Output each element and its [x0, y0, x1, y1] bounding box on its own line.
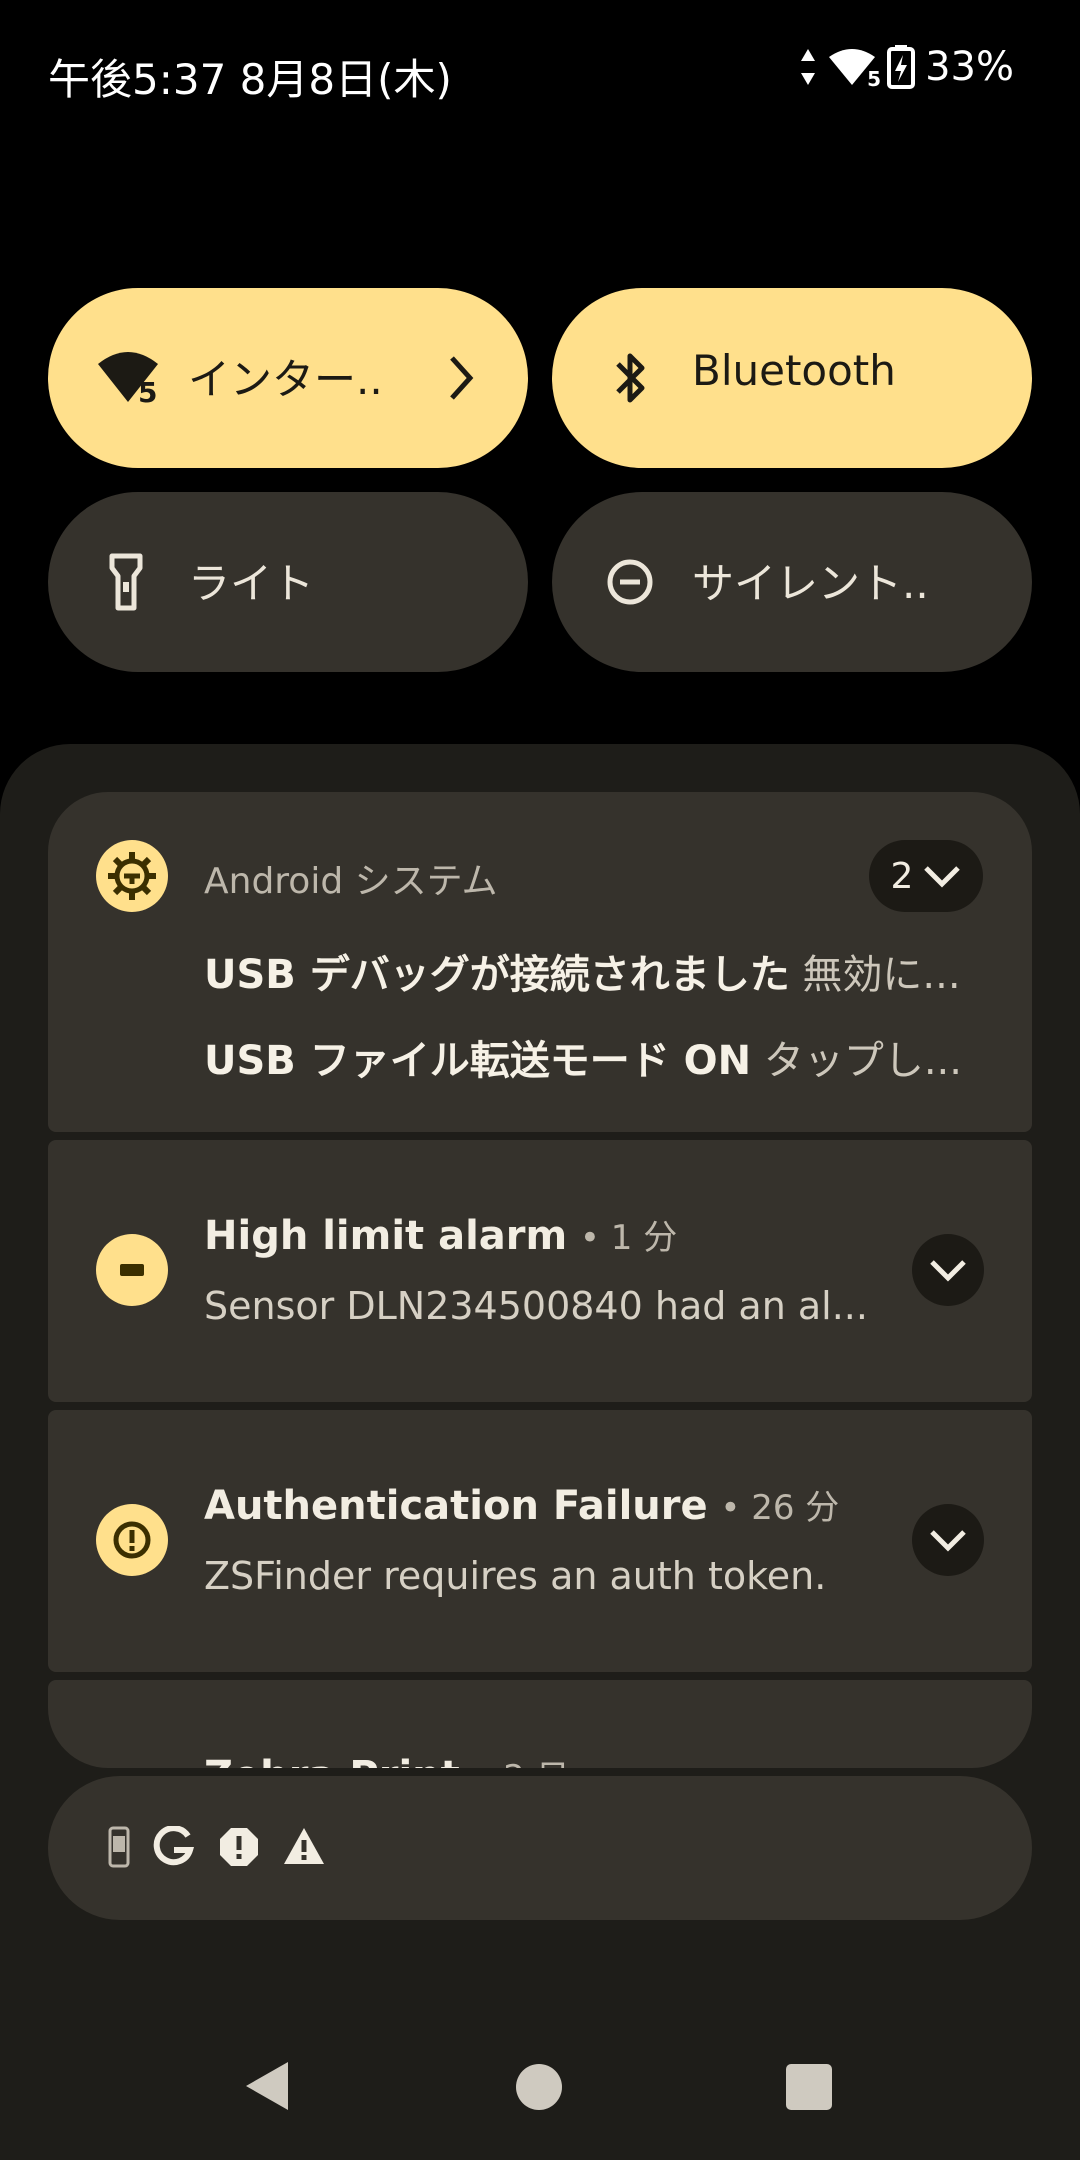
wifi-badge: 5 — [138, 376, 158, 409]
notification-text: タップし... — [763, 1038, 962, 1084]
alert-circle-icon — [96, 1504, 168, 1576]
google-icon — [153, 1826, 194, 1866]
bluetooth-icon — [616, 353, 645, 403]
notification-text: Sensor DLN234500840 had an al... — [204, 1284, 868, 1328]
notification-title: Zebra Print — [204, 1753, 460, 1768]
alert-octagon-icon — [220, 1828, 258, 1866]
tile-do-not-disturb[interactable]: サイレント.. — [552, 492, 1032, 672]
battery-charging-icon — [887, 45, 916, 89]
notification-zebra-print[interactable]: Zebra Print • 2 日 — [48, 1680, 1032, 1768]
tile-do-not-disturb-label: サイレント.. — [692, 559, 929, 608]
status-icons: 5 33% — [799, 44, 1014, 91]
notification-text: ZSFinder requires an auth token. — [204, 1554, 827, 1598]
flashlight-icon — [109, 553, 143, 611]
minus-badge-icon — [96, 1234, 168, 1306]
notification-header: Zebra Print • 2 日 — [204, 1750, 570, 1768]
device-icon — [108, 1826, 130, 1868]
expand-button[interactable] — [912, 1234, 984, 1306]
tile-internet-label: インター.. — [188, 355, 383, 404]
notification-title: USB ファイル転送モード ON — [204, 1038, 752, 1084]
notification-time: • 2 日 — [472, 1758, 569, 1768]
notification-header: Authentication Failure • 26 分 — [204, 1480, 839, 1529]
do-not-disturb-icon — [607, 559, 653, 605]
notification-time: • 1 分 — [579, 1218, 678, 1258]
notification-overflow-shelf[interactable] — [48, 1776, 1032, 1920]
notification-android-system[interactable]: Android システム 2 USB デバッグが接続されました 無効に... U… — [48, 792, 1032, 1132]
battery-percent: 33% — [925, 44, 1014, 90]
tile-internet[interactable]: 5 インター.. — [48, 288, 528, 468]
tile-flashlight-label: ライト — [188, 559, 315, 608]
recents-icon[interactable] — [786, 2064, 832, 2110]
home-icon[interactable] — [516, 2064, 562, 2110]
notification-time: • 26 分 — [720, 1488, 840, 1528]
wifi-icon: 5 — [827, 47, 881, 91]
notification-high-limit[interactable]: High limit alarm • 1 分 Sensor DLN2345008… — [48, 1140, 1032, 1402]
chevron-down-icon — [930, 1530, 966, 1552]
back-icon[interactable] — [244, 2060, 290, 2112]
status-time-date: 午後5:37 8月8日(木) — [48, 55, 452, 104]
expand-group-button[interactable]: 2 — [869, 840, 983, 912]
notification-header: High limit alarm • 1 分 — [204, 1210, 677, 1259]
chevron-down-icon — [930, 1260, 966, 1282]
notification-auth-failure[interactable]: Authentication Failure • 26 分 ZSFinder r… — [48, 1410, 1032, 1672]
data-arrows-icon — [801, 49, 816, 85]
tile-flashlight[interactable]: ライト — [48, 492, 528, 672]
expand-button[interactable] — [912, 1504, 984, 1576]
chevron-down-icon — [924, 866, 961, 888]
notification-title: Authentication Failure — [204, 1483, 708, 1529]
wifi-icon: 5 — [96, 348, 158, 409]
notification-count: 2 — [890, 855, 914, 897]
chevron-right-icon — [450, 356, 474, 400]
notification-title: High limit alarm — [204, 1213, 568, 1259]
notification-text: 無効に... — [802, 952, 961, 998]
notification-line: USB デバッグが接続されました 無効に... — [204, 942, 1004, 1000]
notification-line: USB ファイル転送モード ON タップし... — [204, 1028, 1004, 1086]
settings-gear-icon — [96, 840, 168, 912]
warning-triangle-icon — [284, 1828, 324, 1864]
tile-bluetooth-label: Bluetooth — [692, 346, 896, 395]
notification-app-name: Android システム — [204, 861, 498, 902]
wifi-badge: 5 — [867, 67, 882, 91]
tile-bluetooth[interactable]: Bluetooth — [552, 288, 1032, 468]
notification-title: USB デバッグが接続されました — [204, 952, 790, 998]
